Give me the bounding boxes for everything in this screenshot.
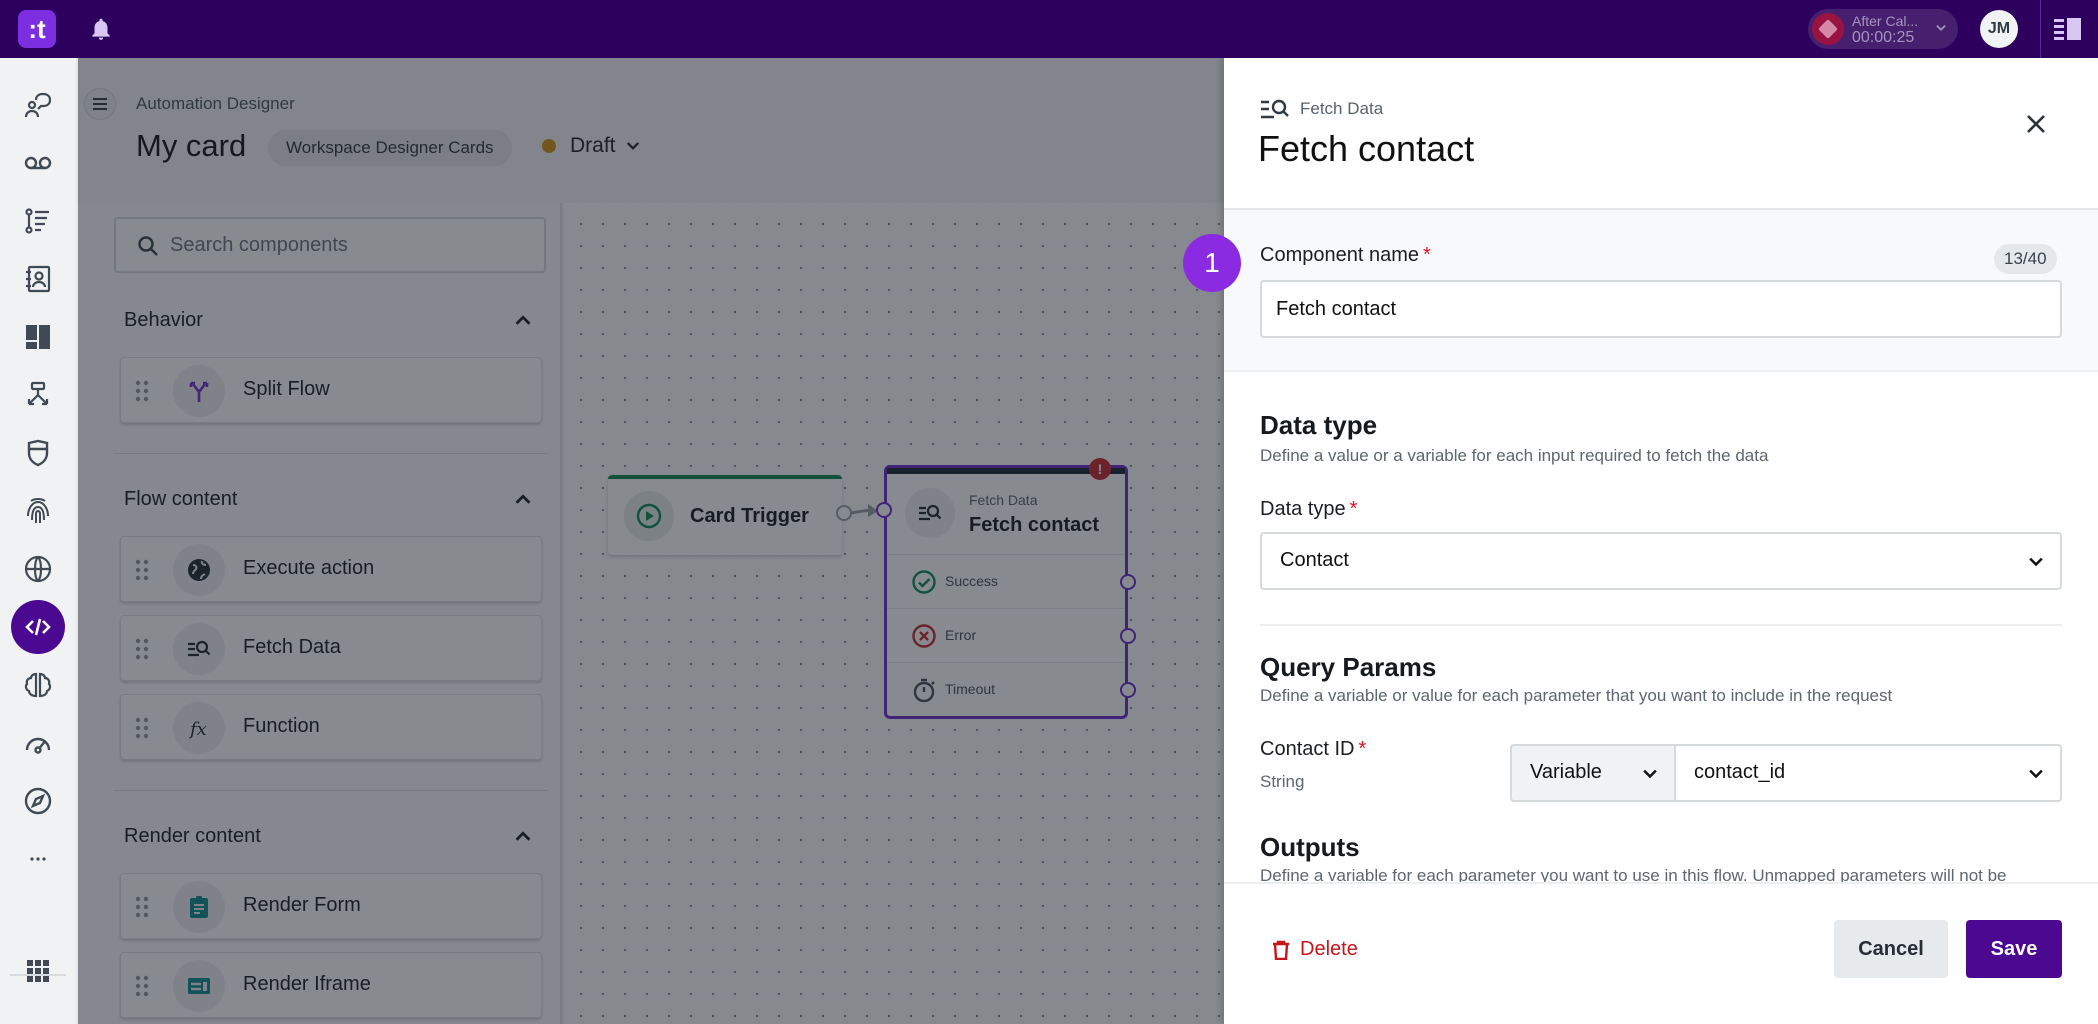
rail-item-web[interactable] bbox=[11, 542, 65, 596]
call-status-pill[interactable]: After Cal... 00:00:25 bbox=[1808, 9, 1958, 49]
rail-item-ai[interactable] bbox=[11, 658, 65, 712]
outputs-title: Outputs bbox=[1260, 832, 1360, 862]
cancel-button[interactable]: Cancel bbox=[1834, 920, 1948, 978]
section-divider bbox=[1260, 624, 2062, 626]
rail-item-contacts[interactable] bbox=[11, 252, 65, 306]
flow-split-icon bbox=[27, 381, 49, 406]
label-text: Data type bbox=[1260, 498, 1346, 520]
close-icon bbox=[2027, 115, 2045, 133]
delete-label: Delete bbox=[1300, 938, 1358, 960]
contact-id-label: Contact ID * bbox=[1260, 738, 1366, 761]
more-icon bbox=[30, 857, 46, 861]
component-name-label: Component name * bbox=[1260, 244, 1431, 267]
rail-item-explore[interactable] bbox=[11, 774, 65, 828]
call-timer: 00:00:25 bbox=[1852, 29, 1915, 46]
required-asterisk: * bbox=[1349, 498, 1358, 520]
top-divider bbox=[2040, 0, 2041, 58]
drawer-kind-label: Fetch Data bbox=[1300, 99, 1384, 118]
top-bar: :t After Cal... 00:00:25 JM bbox=[0, 0, 2098, 58]
required-asterisk: * bbox=[1422, 244, 1431, 266]
user-avatar[interactable]: JM bbox=[1980, 10, 2018, 48]
after-call-icon bbox=[1812, 13, 1844, 45]
steps-list-icon bbox=[25, 208, 49, 234]
select-value: contact_id bbox=[1694, 761, 1786, 783]
rail-item-steps[interactable] bbox=[11, 194, 65, 248]
delete-button[interactable]: Delete bbox=[1272, 938, 1358, 961]
compass-icon bbox=[24, 787, 52, 815]
app-logo[interactable]: :t bbox=[18, 10, 56, 48]
fingerprint-icon bbox=[27, 497, 49, 523]
contact-id-type: String bbox=[1260, 772, 1305, 791]
chevron-down-icon bbox=[2029, 557, 2043, 567]
brain-icon bbox=[24, 672, 52, 698]
contacts-book-icon bbox=[26, 265, 51, 293]
data-type-section-desc: Define a value or a variable for each in… bbox=[1260, 446, 1769, 465]
code-icon bbox=[25, 618, 51, 636]
rail-item-identity[interactable] bbox=[11, 484, 65, 538]
data-type-select[interactable]: Contact bbox=[1260, 532, 2062, 590]
data-type-label: Data type * bbox=[1260, 498, 1357, 521]
required-asterisk: * bbox=[1358, 738, 1367, 760]
rail-item-flows[interactable] bbox=[11, 368, 65, 422]
query-params-title: Query Params bbox=[1260, 652, 1437, 682]
label-text: Component name bbox=[1260, 244, 1419, 266]
trash-icon bbox=[1273, 940, 1289, 960]
drawer-header: Fetch Data Fetch contact bbox=[1224, 58, 2098, 210]
rail-item-more[interactable] bbox=[11, 832, 65, 886]
select-value: Contact bbox=[1280, 549, 1349, 571]
char-counter: 13/40 bbox=[1994, 244, 2057, 274]
modal-backdrop[interactable] bbox=[78, 58, 1224, 1024]
speedometer-icon bbox=[25, 737, 51, 754]
label-text: Contact ID bbox=[1260, 738, 1355, 760]
call-status-label: After Cal... bbox=[1852, 13, 1919, 29]
component-name-input[interactable] bbox=[1260, 280, 2062, 338]
component-settings-drawer: Fetch Data Fetch contact 1 Component nam… bbox=[1183, 58, 2098, 1024]
chevron-down-icon bbox=[1643, 769, 1657, 779]
drawer-kind: Fetch Data bbox=[1260, 98, 1383, 120]
query-params-desc: Define a variable or value for each para… bbox=[1260, 686, 1893, 705]
designer-main: Automation Designer My card Workspace De… bbox=[78, 58, 1224, 1024]
shield-icon bbox=[27, 439, 49, 467]
rail-item-performance[interactable] bbox=[11, 716, 65, 770]
rail-item-security[interactable] bbox=[11, 426, 65, 480]
rail-item-voicemail[interactable] bbox=[11, 136, 65, 190]
fetch-data-icon bbox=[1261, 99, 1289, 119]
rail-item-apps[interactable] bbox=[11, 944, 65, 998]
drawer-title: Fetch contact bbox=[1258, 128, 1475, 169]
chevron-down-icon bbox=[1936, 25, 1946, 31]
chevron-down-icon bbox=[2029, 769, 2043, 779]
select-value: Variable bbox=[1530, 761, 1602, 783]
side-panel-toggle-icon[interactable] bbox=[2054, 17, 2082, 41]
contact-id-mode-select[interactable]: Variable bbox=[1510, 744, 1676, 802]
dashboard-icon bbox=[26, 325, 50, 349]
component-name-section: 1 Component name * 13/40 bbox=[1183, 210, 2098, 372]
left-nav-rail bbox=[0, 58, 78, 1024]
rail-item-dashboard[interactable] bbox=[11, 310, 65, 364]
data-type-section-title: Data type bbox=[1260, 410, 1378, 440]
contact-id-value-select[interactable]: contact_id bbox=[1674, 744, 2062, 802]
rail-item-agent-chat[interactable] bbox=[11, 78, 65, 132]
notifications-bell-icon[interactable] bbox=[88, 16, 114, 42]
rail-item-developer[interactable] bbox=[11, 600, 65, 654]
drawer-footer: Delete Cancel Save bbox=[1224, 882, 2098, 1024]
voicemail-icon bbox=[24, 156, 52, 170]
globe-icon bbox=[24, 555, 52, 583]
step-badge: 1 bbox=[1183, 234, 1241, 292]
close-button[interactable] bbox=[2018, 106, 2054, 142]
save-button[interactable]: Save bbox=[1966, 920, 2062, 978]
agent-chat-icon bbox=[24, 92, 52, 118]
apps-grid-icon bbox=[27, 960, 49, 982]
